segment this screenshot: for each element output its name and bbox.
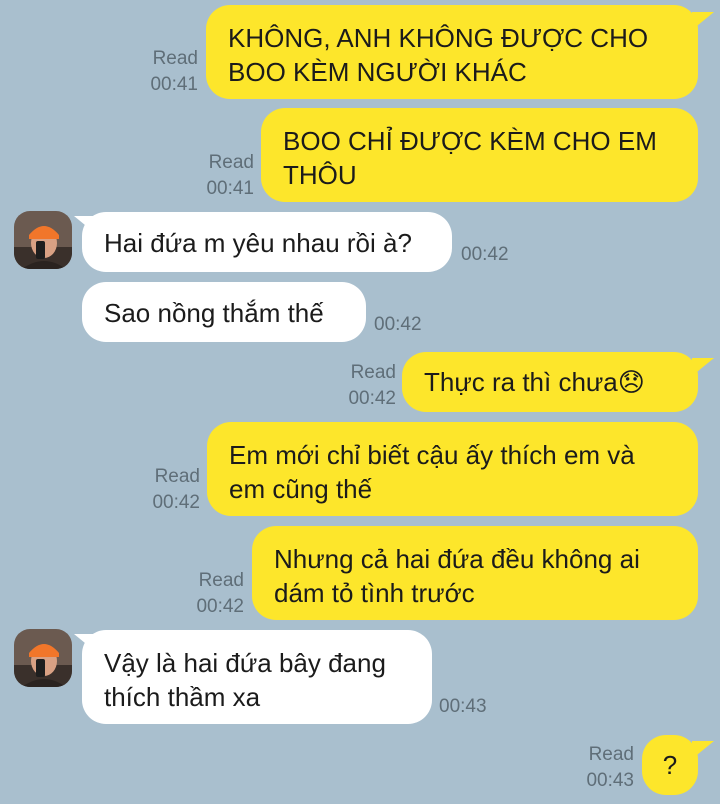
message-text: KHÔNG, ANH KHÔNG ĐƯỢC CHO BOO KÈM NGƯỜI … bbox=[228, 23, 649, 87]
message-bubble[interactable]: Sao nồng thắm thế bbox=[82, 282, 366, 342]
message-bubble[interactable]: Em mới chỉ biết cậu ấy thích em và em cũ… bbox=[207, 422, 698, 516]
read-receipt: Read bbox=[588, 744, 634, 765]
timestamp: 00:41 bbox=[206, 178, 254, 199]
message-text: ? bbox=[662, 750, 678, 780]
message-bubble[interactable]: KHÔNG, ANH KHÔNG ĐƯỢC CHO BOO KÈM NGƯỜI … bbox=[206, 5, 698, 99]
read-receipt: Read bbox=[152, 48, 198, 69]
message-text: Thực ra thì chưa😞 bbox=[424, 367, 645, 397]
message-bubble[interactable]: Vậy là hai đứa bây đang thích thầm xa bbox=[82, 630, 432, 724]
read-receipt: Read bbox=[208, 152, 254, 173]
timestamp: 00:41 bbox=[150, 74, 198, 95]
user-avatar-icon bbox=[14, 211, 72, 269]
timestamp: 00:42 bbox=[461, 244, 509, 265]
message-bubble[interactable]: Hai đứa m yêu nhau rồi à? bbox=[82, 212, 452, 272]
message-text: Vậy là hai đứa bây đang thích thầm xa bbox=[104, 648, 386, 712]
message-meta: Read 00:42 bbox=[132, 464, 200, 516]
message-text: Sao nồng thắm thế bbox=[104, 298, 324, 328]
avatar[interactable] bbox=[14, 211, 72, 269]
message-text: BOO CHỈ ĐƯỢC KÈM CHO EM THÔU bbox=[283, 126, 657, 190]
message-meta: Read 00:41 bbox=[186, 150, 254, 202]
timestamp: 00:42 bbox=[348, 388, 396, 409]
user-avatar-icon bbox=[14, 629, 72, 687]
read-receipt: Read bbox=[198, 570, 244, 591]
message-text: Em mới chỉ biết cậu ấy thích em và em cũ… bbox=[229, 440, 635, 504]
timestamp: 00:42 bbox=[196, 596, 244, 617]
read-receipt: Read bbox=[154, 466, 200, 487]
timestamp: 00:43 bbox=[586, 770, 634, 791]
message-text: Nhưng cả hai đứa đều không ai dám tỏ tìn… bbox=[274, 544, 640, 608]
bubble-tail bbox=[692, 12, 714, 30]
timestamp: 00:42 bbox=[374, 314, 422, 335]
message-meta: Read 00:43 bbox=[566, 742, 634, 794]
message-bubble[interactable]: Nhưng cả hai đứa đều không ai dám tỏ tìn… bbox=[252, 526, 698, 620]
message-bubble[interactable]: Thực ra thì chưa😞 bbox=[402, 352, 698, 412]
timestamp: 00:43 bbox=[439, 696, 487, 717]
bubble-tail bbox=[692, 741, 714, 759]
message-meta: Read 00:42 bbox=[176, 568, 244, 620]
message-meta: Read 00:41 bbox=[130, 46, 198, 98]
timestamp: 00:42 bbox=[152, 492, 200, 513]
message-bubble[interactable]: BOO CHỈ ĐƯỢC KÈM CHO EM THÔU bbox=[261, 108, 698, 202]
message-text: Hai đứa m yêu nhau rồi à? bbox=[104, 228, 412, 258]
message-meta: Read 00:42 bbox=[328, 360, 396, 412]
read-receipt: Read bbox=[350, 362, 396, 383]
message-bubble[interactable]: ? bbox=[642, 735, 698, 795]
bubble-tail bbox=[692, 358, 714, 376]
avatar[interactable] bbox=[14, 629, 72, 687]
